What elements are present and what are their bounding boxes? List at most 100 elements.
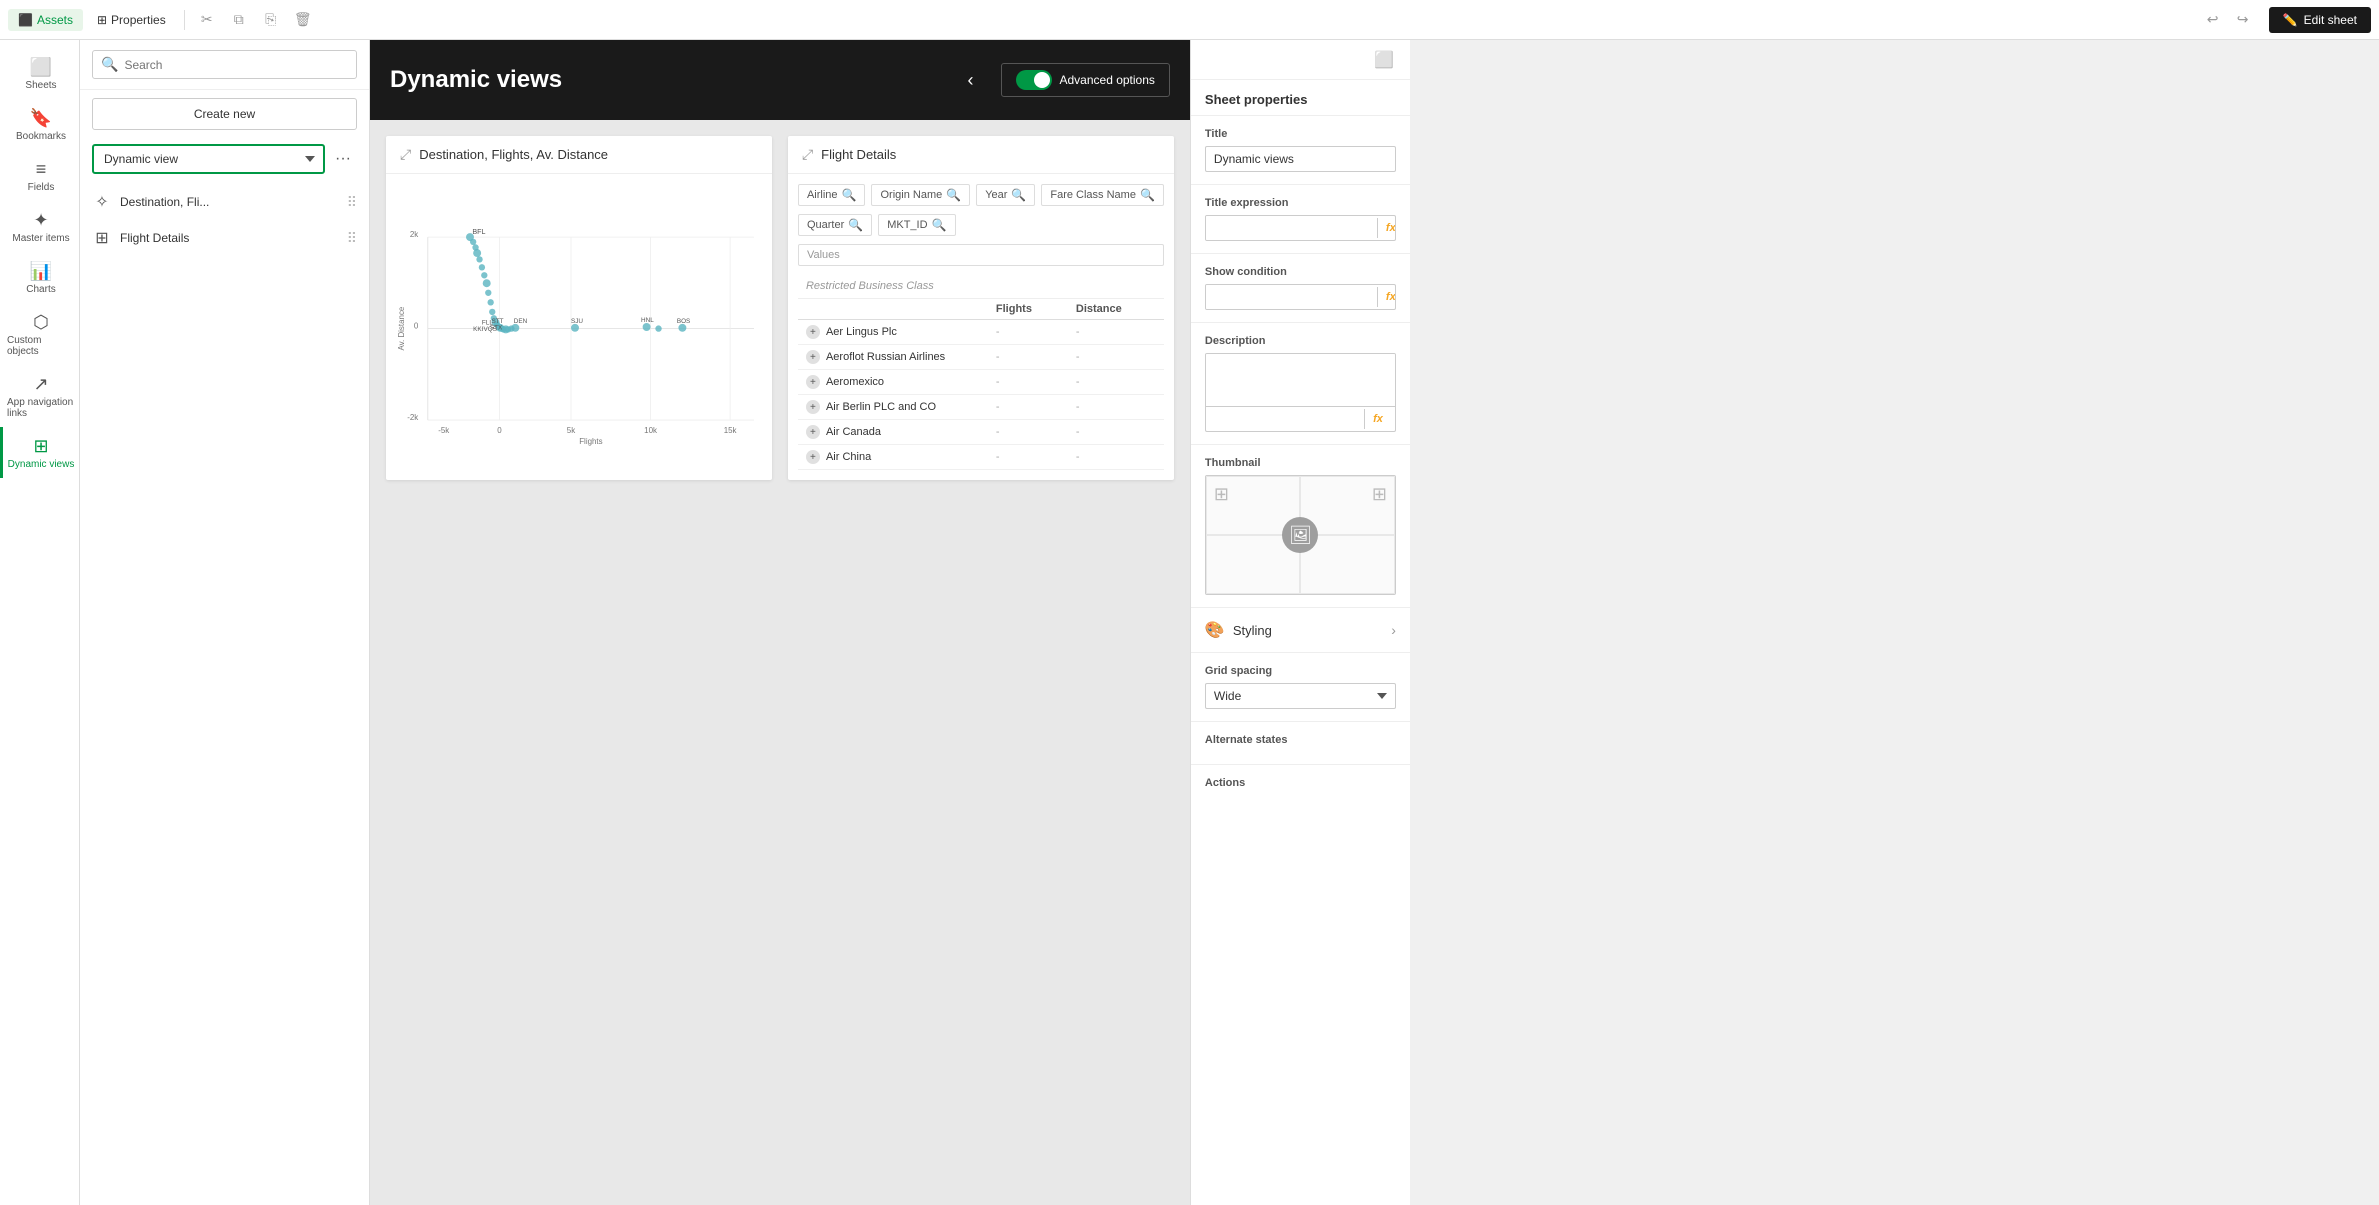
- asset-item-scatter-drag[interactable]: ⠿: [347, 194, 357, 211]
- filter-mkt-id[interactable]: MKT_ID 🔍: [878, 214, 955, 236]
- show-condition-input[interactable]: [1206, 285, 1377, 309]
- sheet-layout-button[interactable]: ⬜: [1370, 46, 1398, 74]
- asset-item-table-drag[interactable]: ⠿: [347, 230, 357, 247]
- add-airline-btn[interactable]: +: [806, 400, 820, 414]
- advanced-options-button[interactable]: Advanced options: [1001, 63, 1170, 97]
- add-airline-btn[interactable]: +: [806, 375, 820, 389]
- description-textarea[interactable]: [1206, 354, 1395, 406]
- add-airline-btn[interactable]: +: [806, 425, 820, 439]
- restricted-row: Restricted Business Class: [798, 274, 1164, 299]
- sidebar-item-sheets[interactable]: ⬜ Sheets: [0, 48, 79, 99]
- title-input[interactable]: [1205, 146, 1396, 172]
- sidebar-item-bookmarks[interactable]: 🔖 Bookmarks: [0, 99, 79, 150]
- svg-text:Flights: Flights: [579, 437, 602, 446]
- asset-item-scatter-label: Destination, Fli...: [120, 195, 339, 209]
- filter-year[interactable]: Year 🔍: [976, 184, 1035, 206]
- table-row[interactable]: + Aeromexico - -: [798, 370, 1164, 395]
- thumbnail-upload-button[interactable]: 🖼: [1282, 517, 1318, 553]
- scatter-svg: 2k 0 -2k -5k 0 5k 10k 15k: [396, 184, 762, 470]
- table-row[interactable]: + Aeroflot Russian Airlines - -: [798, 345, 1164, 370]
- table-header: Flights Distance: [798, 299, 1164, 320]
- title-expression-input[interactable]: [1206, 216, 1377, 240]
- right-panel-top: ⬜: [1191, 40, 1410, 80]
- svg-text:0: 0: [497, 426, 502, 435]
- description-fx-button[interactable]: fx: [1364, 409, 1391, 429]
- add-airline-btn[interactable]: +: [806, 325, 820, 339]
- edit-sheet-button[interactable]: ✏️ Edit sheet: [2269, 7, 2371, 33]
- sidebar-item-sheets-label: Sheets: [25, 80, 56, 91]
- create-new-button[interactable]: Create new: [92, 98, 357, 130]
- filter-mkt-label: MKT_ID: [887, 219, 927, 231]
- header-distance: Distance: [1076, 303, 1156, 315]
- app-nav-icon: ↗: [33, 375, 48, 393]
- scatter-chart-body: 2k 0 -2k -5k 0 5k 10k 15k: [386, 174, 772, 480]
- sidebar-item-charts[interactable]: 📊 Charts: [0, 252, 79, 303]
- add-airline-btn[interactable]: +: [806, 450, 820, 464]
- create-new-label: Create new: [194, 107, 255, 121]
- sidebar-item-master-items[interactable]: ✦ Master items: [0, 201, 79, 252]
- sidebar-item-app-nav[interactable]: ↗ App navigation links: [0, 365, 79, 427]
- grid-spacing-select[interactable]: Wide Medium Narrow: [1205, 683, 1396, 709]
- search-box: 🔍: [80, 40, 369, 90]
- thumbnail-container[interactable]: ⊞ ⊞ 🖼: [1205, 475, 1396, 595]
- sidebar-item-fields[interactable]: ≡ Fields: [0, 150, 79, 201]
- sidebar-item-custom-objects[interactable]: ⬡ Custom objects: [0, 303, 79, 365]
- svg-text:-5k: -5k: [438, 426, 449, 435]
- table-row[interactable]: + Aer Lingus Plc - -: [798, 320, 1164, 345]
- search-input[interactable]: [124, 58, 348, 72]
- flights-cell: -: [996, 376, 1076, 388]
- table-row[interactable]: + Air Berlin PLC and CO - -: [798, 395, 1164, 420]
- dv-collapse-button[interactable]: ‹: [957, 66, 985, 94]
- svg-text:BFL: BFL: [472, 228, 485, 236]
- show-condition-fx-button[interactable]: fx: [1377, 287, 1396, 307]
- title-section: Title: [1191, 116, 1410, 185]
- right-panel: ⬜ Sheet properties Title Title expressio…: [1190, 40, 1410, 1205]
- distance-cell: -: [1076, 376, 1156, 388]
- sidebar-item-dynamic-views[interactable]: ⊞ Dynamic views: [0, 427, 79, 478]
- title-prop-label: Title: [1205, 128, 1396, 140]
- filter-quarter[interactable]: Quarter 🔍: [798, 214, 872, 236]
- thumbnail-label: Thumbnail: [1205, 457, 1396, 469]
- paste-button[interactable]: ⎘: [257, 6, 285, 34]
- flight-details-expand-icon[interactable]: ⤢: [802, 146, 813, 163]
- styling-row[interactable]: 🎨 Styling ›: [1191, 608, 1410, 653]
- asset-item-scatter[interactable]: ✧ Destination, Fli... ⠿: [80, 184, 369, 220]
- edit-sheet-icon: ✏️: [2283, 13, 2298, 27]
- table-row[interactable]: + Air Canada - -: [798, 420, 1164, 445]
- properties-tab[interactable]: ⊞ Properties: [87, 9, 176, 31]
- more-options-button[interactable]: ···: [329, 145, 357, 173]
- cut-button[interactable]: ✂: [193, 6, 221, 34]
- sidebar-item-fields-label: Fields: [28, 182, 55, 193]
- copy-button[interactable]: ⧉: [225, 6, 253, 34]
- title-expression-label: Title expression: [1205, 197, 1396, 209]
- filter-airline-label: Airline: [807, 189, 838, 201]
- asset-item-table[interactable]: ⊞ Flight Details ⠿: [80, 220, 369, 256]
- flights-cell: -: [996, 351, 1076, 363]
- filter-fare-label: Fare Class Name: [1050, 189, 1136, 201]
- svg-text:SJU: SJU: [571, 318, 583, 325]
- grid-spacing-label: Grid spacing: [1205, 665, 1396, 677]
- asset-item-table-label: Flight Details: [120, 231, 339, 245]
- actions-label: Actions: [1205, 777, 1396, 789]
- filter-origin-name[interactable]: Origin Name 🔍: [871, 184, 970, 206]
- distance-cell: -: [1076, 401, 1156, 413]
- undo-button[interactable]: ↩: [2199, 6, 2227, 34]
- scatter-expand-icon[interactable]: ⤢: [400, 146, 411, 163]
- search-input-wrap[interactable]: 🔍: [92, 50, 357, 79]
- advanced-options-toggle[interactable]: [1016, 70, 1052, 90]
- dropdown-wrap: Dynamic view ···: [92, 144, 357, 174]
- assets-tab[interactable]: ⬛ Assets: [8, 9, 83, 31]
- bookmarks-icon: 🔖: [30, 109, 52, 127]
- view-type-select[interactable]: Dynamic view: [92, 144, 325, 174]
- delete-button[interactable]: 🗑: [289, 6, 317, 34]
- values-row: Values: [798, 244, 1164, 266]
- filter-airline[interactable]: Airline 🔍: [798, 184, 866, 206]
- add-airline-btn[interactable]: +: [806, 350, 820, 364]
- toolbar-separator-1: [184, 10, 185, 30]
- filter-fare-class[interactable]: Fare Class Name 🔍: [1041, 184, 1164, 206]
- title-expression-fx-button[interactable]: fx: [1377, 218, 1396, 238]
- styling-palette-icon: 🎨: [1205, 620, 1225, 640]
- redo-button[interactable]: ↪: [2229, 6, 2257, 34]
- scatter-icon: ✧: [92, 192, 112, 212]
- table-row[interactable]: + Air China - -: [798, 445, 1164, 470]
